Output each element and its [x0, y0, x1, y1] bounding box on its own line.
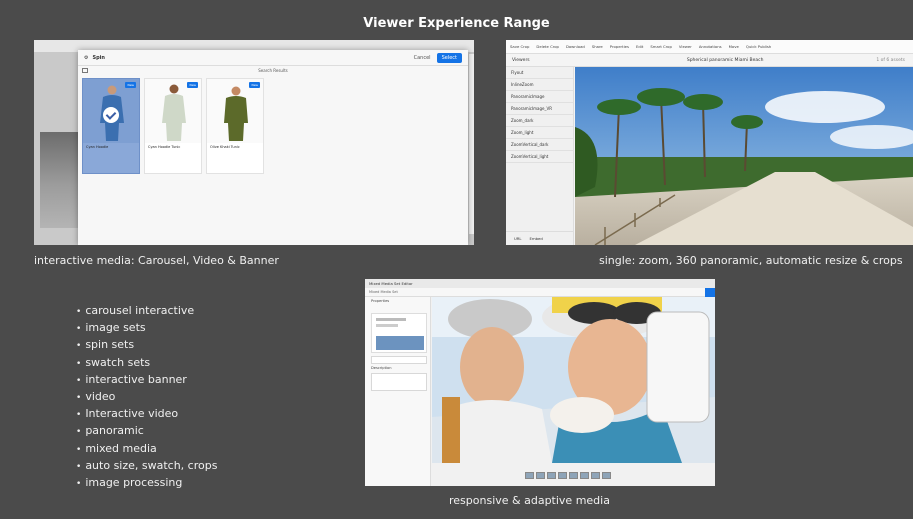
- viewer-toolbar: Save Crop Delete Crop Download Share Pro…: [506, 40, 913, 54]
- select-button[interactable]: Select: [436, 52, 462, 63]
- search-results-label: Search Results: [258, 68, 288, 73]
- viewer-item[interactable]: PanoramicImage_VR: [506, 103, 573, 115]
- thumbnail[interactable]: [547, 472, 556, 479]
- viewer-header: Viewers Spherical panoramic Miami Beach …: [506, 54, 913, 67]
- panorama-image[interactable]: [575, 67, 913, 245]
- toolbar-item[interactable]: Viewer: [679, 44, 692, 49]
- asset-count: 1 of 6 assets: [876, 57, 905, 63]
- toolbar-item[interactable]: Download: [566, 44, 585, 49]
- asset-card[interactable]: New Cyan Hoodie: [82, 78, 140, 174]
- asset-thumbnail: New: [207, 79, 263, 143]
- asset-card[interactable]: New Cyan Hoodie Tunic: [144, 78, 202, 174]
- list-item: image sets: [76, 319, 217, 336]
- viewer-footer: URL Embed: [506, 231, 574, 245]
- asset-title: Cyan Hoodie: [86, 145, 109, 149]
- checkmark-icon: [103, 107, 119, 123]
- list-item: image processing: [76, 474, 217, 491]
- viewer-item[interactable]: ZoomVertical_dark: [506, 139, 573, 151]
- editor-bar: Mixed Media Set: [365, 288, 715, 297]
- list-item: spin sets: [76, 336, 217, 353]
- toolbar-item[interactable]: Delete Crop: [536, 44, 559, 49]
- toolbar-item[interactable]: Smart Crop: [650, 44, 672, 49]
- save-button[interactable]: [705, 288, 715, 297]
- editor-title: Mixed Media Set Editor: [365, 279, 715, 288]
- description-field-label: Description: [371, 366, 392, 370]
- new-badge: New: [187, 82, 198, 88]
- panel-toggle-icon[interactable]: [82, 68, 88, 73]
- toolbar-item[interactable]: Properties: [610, 44, 629, 49]
- thumbnail[interactable]: [558, 472, 567, 479]
- toolbar-item[interactable]: Share: [592, 44, 603, 49]
- asset-thumbnail: New: [145, 79, 201, 143]
- set-thumbnail[interactable]: [371, 313, 427, 353]
- toolbar-item[interactable]: Annotations: [699, 44, 722, 49]
- viewer-screenshot: Save Crop Delete Crop Download Share Pro…: [506, 40, 913, 245]
- caption-single: single: zoom, 360 panoramic, automatic r…: [599, 254, 903, 267]
- caption-responsive: responsive & adaptive media: [449, 494, 610, 507]
- mixed-media-screenshot: Mixed Media Set Editor Mixed Media Set P…: [365, 279, 715, 486]
- viewer-item[interactable]: ZoomVertical_light: [506, 151, 573, 163]
- list-item: interactive banner: [76, 371, 217, 388]
- viewer-item[interactable]: Zoom_light: [506, 127, 573, 139]
- toolbar-item[interactable]: Edit: [636, 44, 643, 49]
- thumbnail[interactable]: [536, 472, 545, 479]
- list-item: video: [76, 388, 217, 405]
- new-badge: New: [249, 82, 260, 88]
- asset-thumbnail: New: [83, 79, 139, 143]
- spin-select-dialog: ⚙ Spin Cancel Select Search Results New: [78, 50, 468, 245]
- properties-panel: Properties Title Description: [365, 297, 431, 486]
- thumbnail-strip: [525, 472, 611, 479]
- slide-title: Viewer Experience Range: [363, 16, 550, 31]
- mixed-media-preview[interactable]: [432, 295, 715, 463]
- cancel-button[interactable]: Cancel: [414, 55, 431, 61]
- viewers-dropdown[interactable]: Viewers: [506, 58, 574, 63]
- list-item: auto size, swatch, crops: [76, 457, 217, 474]
- asset-title: Spherical panoramic Miami Beach: [686, 57, 764, 63]
- new-badge: New: [125, 82, 136, 88]
- title-field[interactable]: [371, 356, 427, 364]
- url-button[interactable]: URL: [514, 236, 522, 241]
- search-results-bar: Search Results: [78, 66, 468, 76]
- list-item: swatch sets: [76, 354, 217, 371]
- editor-bar-label: Mixed Media Set: [369, 290, 398, 294]
- background-panel: [469, 54, 474, 234]
- caption-interactive-media: interactive media: Carousel, Video & Ban…: [34, 254, 279, 267]
- background-image: [40, 132, 78, 228]
- viewer-item[interactable]: Flyout: [506, 67, 573, 79]
- feature-list: carousel interactive image sets spin set…: [76, 302, 217, 491]
- thumbnail[interactable]: [525, 472, 534, 479]
- viewer-item[interactable]: Zoom_dark: [506, 115, 573, 127]
- asset-cards: New Cyan Hoodie New Cyan Hoodie Tunic Ne…: [82, 78, 264, 174]
- asset-title: Cyan Hoodie Tunic: [148, 145, 181, 149]
- viewer-list: Flyout InlineZoom PanoramicImage Panoram…: [506, 67, 574, 245]
- thumbnail[interactable]: [591, 472, 600, 479]
- viewer-item[interactable]: PanoramicImage: [506, 91, 573, 103]
- gear-icon: ⚙: [84, 54, 89, 61]
- toolbar-item[interactable]: Save Crop: [510, 44, 529, 49]
- thumbnail[interactable]: [569, 472, 578, 479]
- description-field[interactable]: [371, 373, 427, 391]
- asset-card[interactable]: New Olive Khaki Tunic: [206, 78, 264, 174]
- list-item: panoramic: [76, 422, 217, 439]
- interactive-media-screenshot: ⚙ Spin Cancel Select Search Results New: [34, 40, 474, 245]
- thumbnail[interactable]: [580, 472, 589, 479]
- dialog-header: ⚙ Spin Cancel Select: [78, 50, 468, 66]
- list-item: Interactive video: [76, 405, 217, 422]
- toolbar-item[interactable]: Move: [729, 44, 739, 49]
- embed-button[interactable]: Embed: [530, 236, 543, 241]
- asset-title: Olive Khaki Tunic: [210, 145, 240, 149]
- list-item: carousel interactive: [76, 302, 217, 319]
- viewer-item[interactable]: InlineZoom: [506, 79, 573, 91]
- list-item: mixed media: [76, 440, 217, 457]
- thumbnail[interactable]: [602, 472, 611, 479]
- toolbar-item[interactable]: Quick Publish: [746, 44, 771, 49]
- dialog-title: Spin: [92, 54, 105, 61]
